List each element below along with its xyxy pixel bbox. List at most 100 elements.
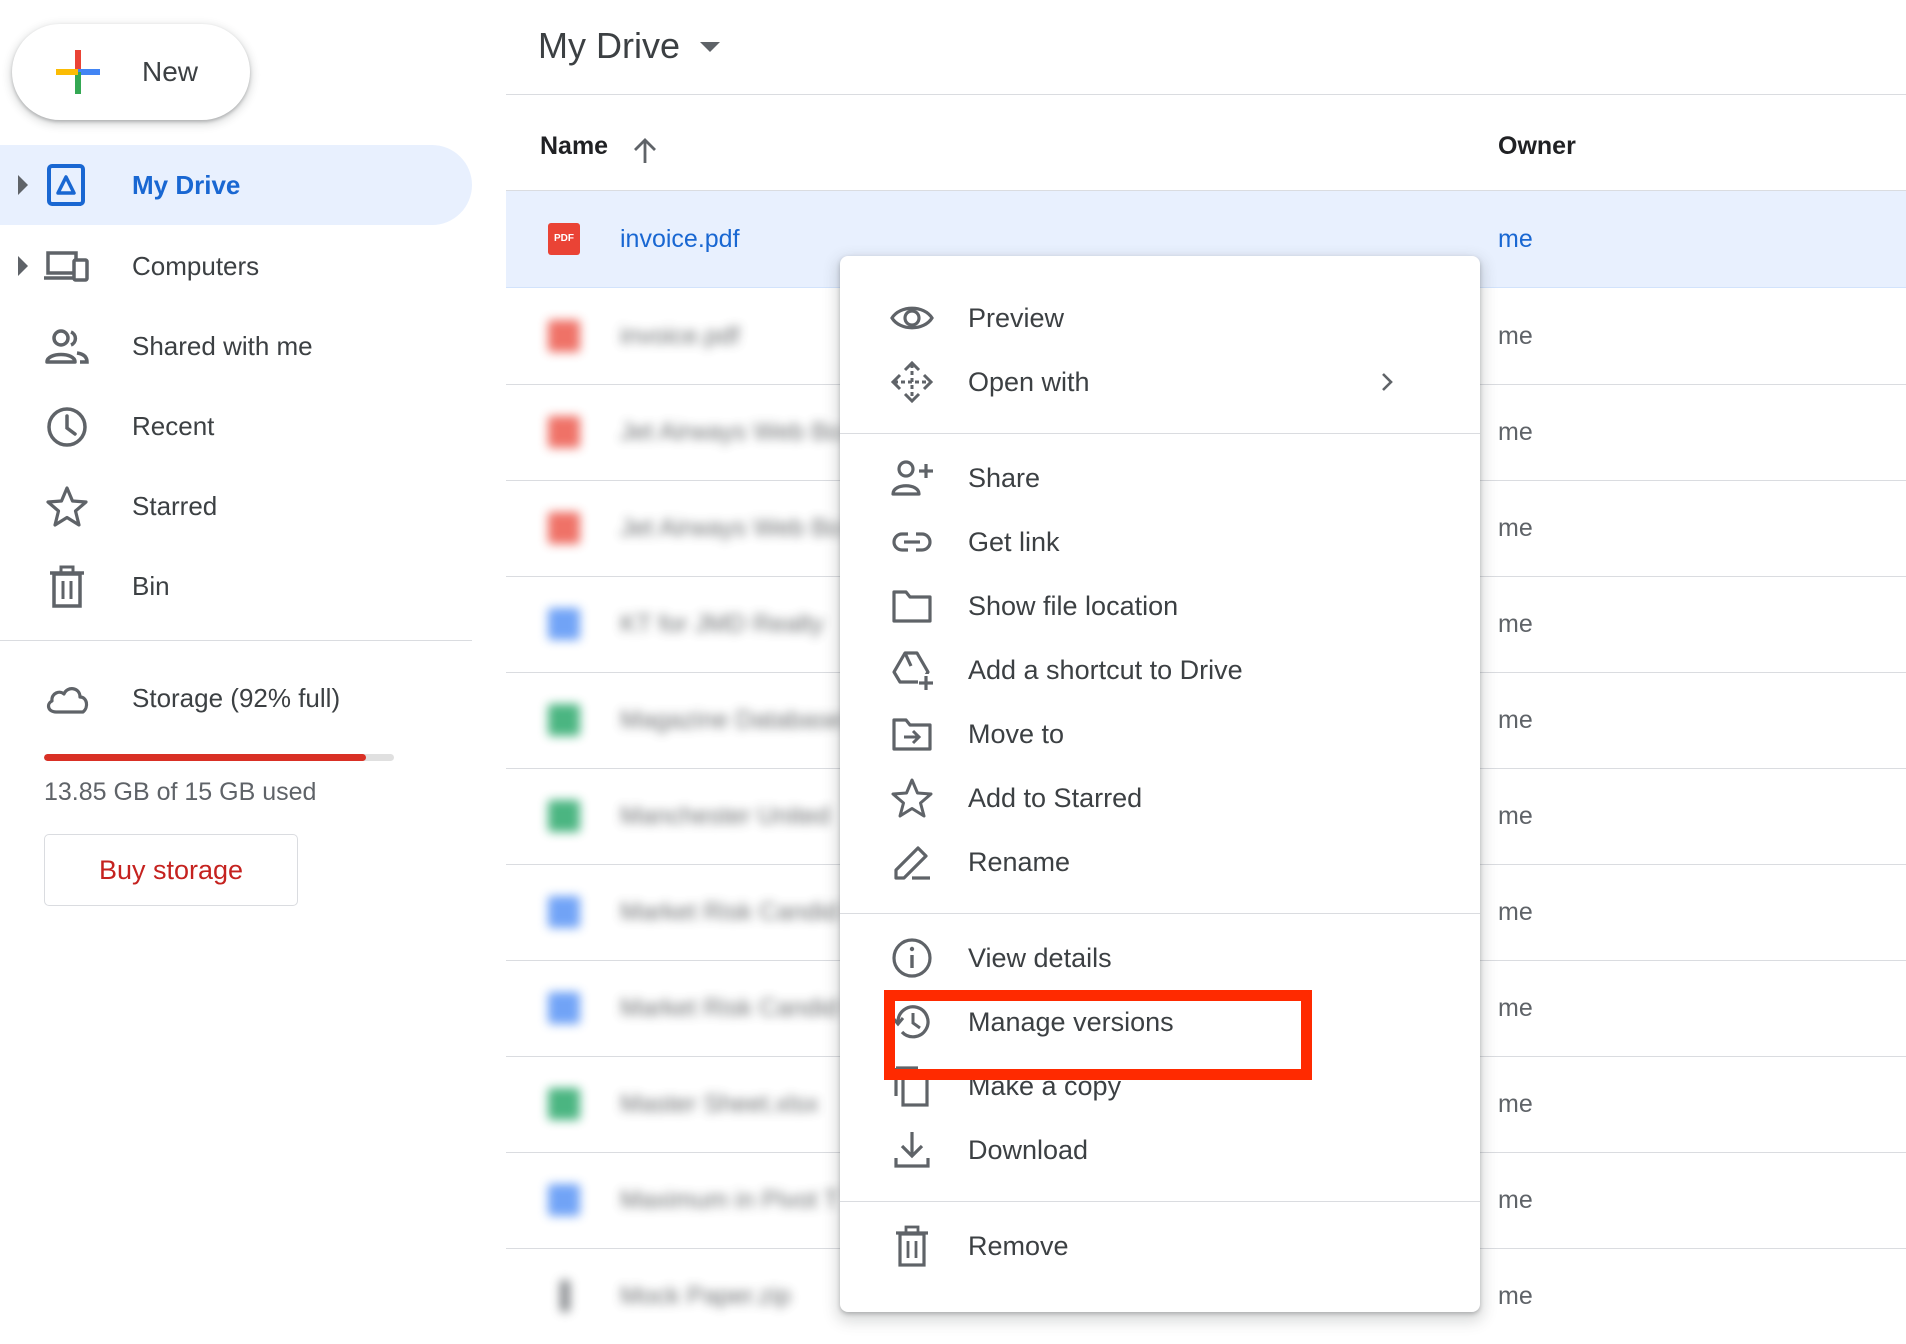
column-header-owner[interactable]: Owner (1498, 132, 1576, 161)
new-button[interactable]: New (12, 24, 250, 120)
sidebar-item-computers[interactable]: Computers (0, 226, 472, 306)
folder-icon (890, 584, 934, 628)
file-owner: me (1498, 706, 1533, 734)
menu-item-add-to-starred[interactable]: Add to Starred (840, 766, 1480, 830)
menu-divider (840, 433, 1480, 434)
menu-item-label: View details (968, 943, 1112, 973)
menu-item-label: Manage versions (968, 1007, 1174, 1037)
file-name: Magazine Database (620, 706, 843, 734)
folder-move-icon (890, 712, 934, 756)
doc-file-icon (548, 608, 580, 640)
cloud-icon (44, 676, 90, 722)
menu-item-label: Remove (968, 1231, 1069, 1261)
file-owner: me (1498, 802, 1533, 830)
file-owner: me (1498, 610, 1533, 638)
file-name: Jet Airways Web Bo (620, 418, 842, 446)
sidebar-item-label: Bin (132, 571, 170, 601)
computers-icon (44, 244, 90, 290)
storage-label: Storage (92% full) (132, 683, 341, 713)
file-owner: me (1498, 322, 1533, 350)
file-owner: me (1498, 898, 1533, 926)
buy-storage-button[interactable]: Buy storage (44, 834, 298, 906)
file-name: invoice.pdf (620, 322, 740, 350)
menu-item-preview[interactable]: Preview (840, 286, 1480, 350)
move-arrows-icon (890, 360, 934, 404)
file-owner: me (1498, 1090, 1533, 1118)
menu-item-label: Add a shortcut to Drive (968, 655, 1243, 685)
storage-progress-bar (44, 754, 394, 761)
star-icon (890, 776, 934, 820)
header-divider (506, 94, 1906, 95)
menu-divider (840, 913, 1480, 914)
info-icon (890, 936, 934, 980)
file-name: Market Risk Candid (620, 898, 839, 926)
copy-icon (890, 1064, 934, 1108)
file-owner: me (1498, 1282, 1533, 1310)
file-name: Master Sheet.xlsx (620, 1090, 819, 1118)
menu-item-label: Get link (968, 527, 1060, 557)
file-name: Market Risk Candid (620, 994, 839, 1022)
menu-item-remove[interactable]: Remove (840, 1214, 1480, 1278)
file-owner: me (1498, 225, 1533, 253)
menu-divider (840, 1201, 1480, 1202)
chevron-right-icon (1380, 370, 1394, 394)
pdf-file-icon (548, 320, 580, 352)
menu-item-download[interactable]: Download (840, 1118, 1480, 1182)
sidebar-divider (0, 640, 472, 641)
sheet-file-icon (548, 800, 580, 832)
sidebar-item-label: Starred (132, 491, 218, 521)
sheet-file-icon (548, 704, 580, 736)
expand-caret-icon[interactable] (16, 254, 30, 278)
menu-item-share[interactable]: Share (840, 446, 1480, 510)
doc-file-icon (548, 1184, 580, 1216)
storage-progress-fill (44, 754, 366, 761)
sidebar-item-storage[interactable]: Storage (92% full) (0, 658, 472, 738)
menu-item-label: Open with (968, 367, 1090, 397)
menu-item-show-file-location[interactable]: Show file location (840, 574, 1480, 638)
menu-item-manage-versions[interactable]: Manage versions (840, 990, 1480, 1054)
sidebar-item-starred[interactable]: Starred (0, 466, 472, 546)
sheet-file-icon (548, 1088, 580, 1120)
column-header-name[interactable]: Name (540, 132, 608, 161)
doc-file-icon (548, 992, 580, 1024)
trash-icon (890, 1224, 934, 1268)
file-name: KT for JMD Realty (620, 610, 824, 638)
file-owner: me (1498, 514, 1533, 542)
trash-icon (44, 564, 90, 610)
page-title[interactable]: My Drive (538, 20, 680, 72)
file-name: Maximum in Pivot T (620, 1186, 840, 1214)
sidebar-item-bin[interactable]: Bin (0, 546, 472, 626)
menu-item-rename[interactable]: Rename (840, 830, 1480, 894)
clock-icon (44, 404, 90, 450)
menu-item-move-to[interactable]: Move to (840, 702, 1480, 766)
context-menu: Preview Open with Share Get link Show fi… (840, 256, 1480, 1312)
sidebar-item-recent[interactable]: Recent (0, 386, 472, 466)
chevron-down-icon[interactable] (698, 40, 722, 54)
sidebar-item-label: My Drive (132, 170, 241, 200)
zip-file-icon (560, 1280, 570, 1312)
menu-item-open-with[interactable]: Open with (840, 350, 1480, 414)
drive-shortcut-icon (890, 648, 934, 692)
sidebar-item-label: Computers (132, 251, 260, 281)
sidebar-item-shared[interactable]: Shared with me (0, 306, 472, 386)
pdf-file-icon: PDF (548, 223, 580, 255)
file-name: Manchester United (620, 802, 830, 830)
menu-item-label: Share (968, 463, 1041, 493)
menu-item-get-link[interactable]: Get link (840, 510, 1480, 574)
person-add-icon (890, 456, 934, 500)
menu-item-label: Preview (968, 303, 1065, 333)
file-name: Jet Airways Web Bo (620, 514, 842, 542)
menu-item-view-details[interactable]: View details (840, 926, 1480, 990)
file-owner: me (1498, 418, 1533, 446)
sort-arrow-up-icon[interactable] (630, 136, 660, 166)
drive-icon (44, 163, 90, 209)
file-owner: me (1498, 994, 1533, 1022)
menu-item-add-shortcut[interactable]: Add a shortcut to Drive (840, 638, 1480, 702)
expand-caret-icon[interactable] (16, 173, 30, 197)
sidebar-item-my-drive[interactable]: My Drive (0, 145, 472, 225)
menu-item-make-a-copy[interactable]: Make a copy (840, 1054, 1480, 1118)
star-icon (44, 484, 90, 530)
sidebar-item-label: Recent (132, 411, 215, 441)
new-button-label: New (142, 56, 199, 87)
menu-item-label: Rename (968, 847, 1071, 877)
